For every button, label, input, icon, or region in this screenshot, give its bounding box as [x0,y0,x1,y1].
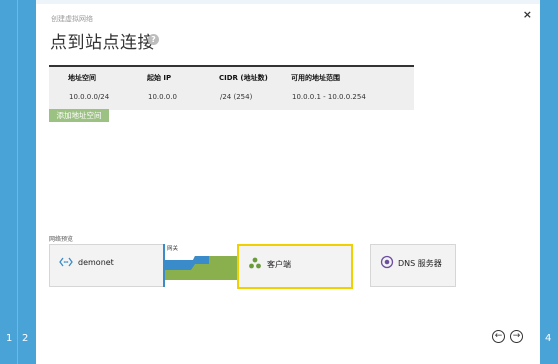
step-4[interactable]: 4 [545,333,551,344]
gateway-label: 网关 [167,246,179,252]
dns-server-node[interactable]: DNS 服务器 [370,244,456,287]
cell-cidr[interactable]: /24 (254) [220,93,252,101]
client-label: 客户端 [267,260,291,269]
vnet-node: demonet [49,244,165,287]
close-icon[interactable]: × [523,8,532,21]
add-address-space-button[interactable]: 添加地址空间 [49,109,109,122]
column-header-start-ip: 起始 IP [147,74,172,82]
client-group-icon [249,257,261,269]
network-preview-label: 网络预览 [49,236,74,243]
cell-usable-range: 10.0.0.1 - 10.0.0.254 [292,93,366,101]
column-header-address-space: 地址空间 [68,74,96,82]
back-arrow-icon[interactable]: ← [492,330,505,343]
dialog-top-edge [36,0,540,4]
address-space-table: 地址空间 起始 IP CIDR (地址数) 可用的地址范围 10.0.0.0/2… [49,65,414,110]
cell-start-ip[interactable]: 10.0.0.0 [148,93,177,101]
gateway-connection-graphic [165,256,237,280]
column-header-cidr: CIDR (地址数) [219,74,268,82]
client-node[interactable]: 客户端 [237,244,353,289]
help-icon[interactable]: ? [148,34,159,45]
page-title: 点到站点连接 [50,33,155,53]
wizard-step-strip-left: 1 2 [0,0,36,364]
vnet-icon [59,257,73,267]
column-header-usable-range: 可用的地址范围 [291,74,340,82]
wizard-subtitle: 创建虚拟网络 [51,15,93,23]
step-divider [17,0,18,364]
dns-server-icon [380,255,394,269]
next-arrow-icon[interactable]: → [510,330,523,343]
step-2[interactable]: 2 [22,333,28,344]
vnet-name: demonet [78,258,114,267]
dns-server-label: DNS 服务器 [398,259,442,268]
cell-address-space[interactable]: 10.0.0.0/24 [69,93,109,101]
step-1[interactable]: 1 [6,333,12,344]
wizard-step-strip-right: 4 [540,0,558,364]
